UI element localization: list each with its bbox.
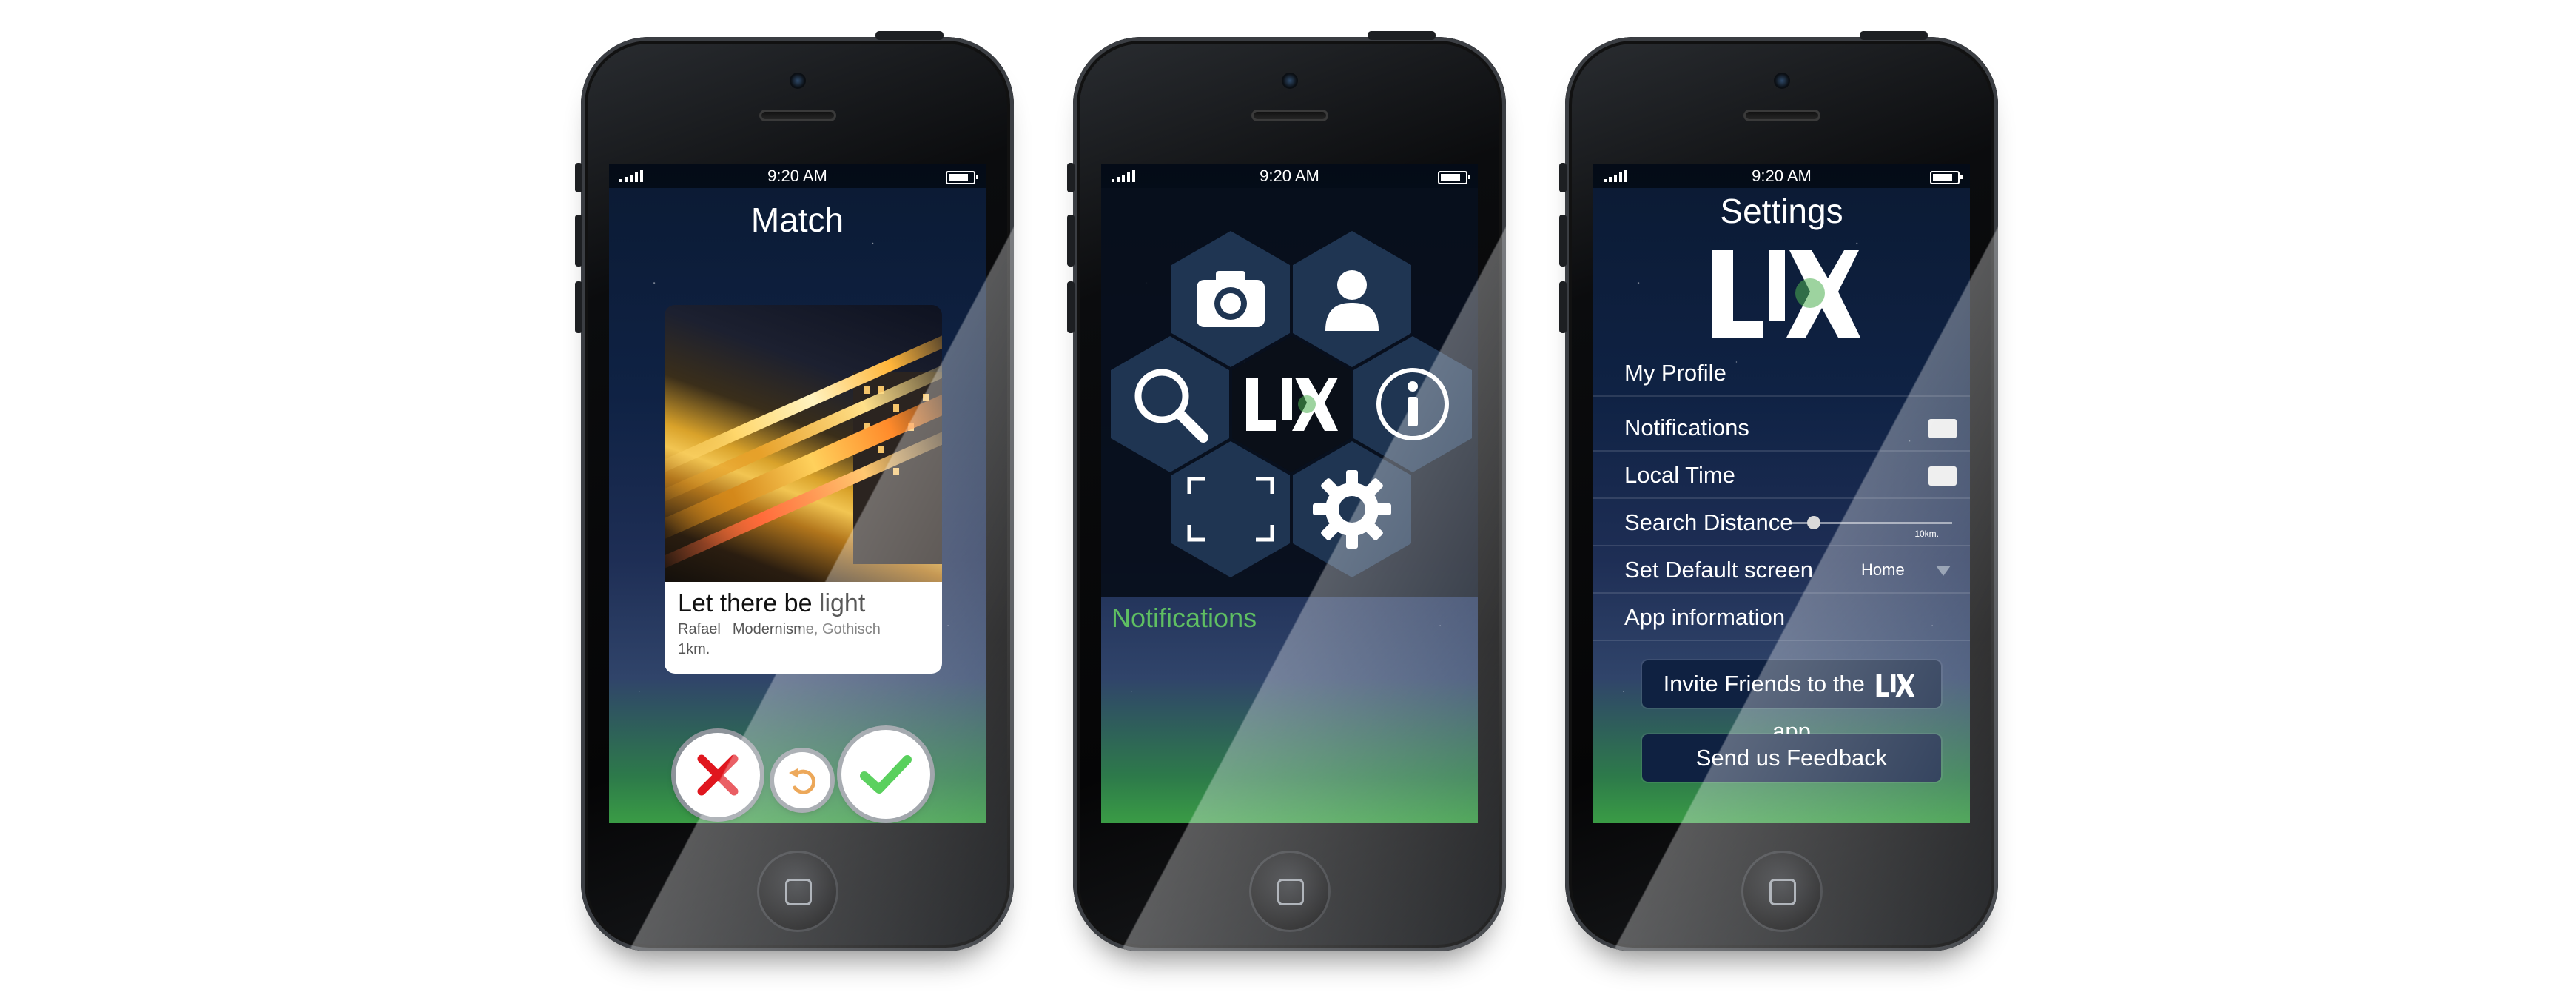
my-profile-label: My Profile	[1624, 360, 1726, 386]
status-bar: 9:20 AM	[609, 164, 986, 188]
mute-switch	[1067, 163, 1075, 192]
profile-icon	[1325, 270, 1379, 331]
status-bar: 9:20 AM	[1101, 164, 1478, 188]
menu-tile-search[interactable]	[1111, 336, 1229, 472]
lux-logo	[1877, 674, 1915, 697]
home-button[interactable]	[1248, 851, 1331, 932]
settings-row-local-time: Local Time	[1593, 452, 1970, 499]
battery-icon	[946, 171, 978, 184]
earpiece-speaker	[759, 110, 836, 121]
signal-icon	[619, 170, 643, 182]
phone-menu: 9:20 AM Notifications	[1067, 31, 1506, 951]
lux-logo	[1246, 378, 1338, 431]
notifications-label: Notifications	[1624, 415, 1749, 440]
menu-tile-lux[interactable]	[1232, 336, 1351, 472]
search-distance-label: Search Distance	[1624, 509, 1793, 535]
accept-button[interactable]	[841, 730, 930, 819]
earpiece-speaker	[1743, 110, 1820, 121]
signal-icon	[1604, 170, 1627, 182]
status-time: 9:20 AM	[767, 167, 827, 185]
signal-icon	[1112, 170, 1135, 182]
gear-icon	[1313, 470, 1391, 549]
battery-icon	[1438, 171, 1470, 184]
chevron-down-icon[interactable]	[1936, 566, 1951, 576]
menu-tile-info[interactable]	[1353, 336, 1472, 472]
menu-tile-settings[interactable]	[1293, 441, 1411, 577]
status-time: 9:20 AM	[1752, 167, 1812, 185]
earpiece-speaker	[1251, 110, 1328, 121]
undo-icon	[789, 768, 816, 794]
camera-icon	[1197, 271, 1265, 327]
power-button	[875, 31, 944, 40]
power-button	[1368, 31, 1436, 40]
invite-friends-button[interactable]: Invite Friends to the app	[1642, 660, 1941, 744]
settings-row-notifications: Notifications	[1593, 404, 1970, 452]
status-bar: 9:20 AM	[1593, 164, 1970, 188]
local-time-label: Local Time	[1624, 462, 1735, 488]
home-square-icon	[1277, 879, 1304, 905]
search-distance-slider[interactable]: 10km.	[1789, 516, 1952, 539]
match-actions	[676, 727, 930, 823]
lux-logo	[1712, 250, 1860, 338]
match-photo	[665, 305, 942, 582]
settings-row-my-profile[interactable]: My Profile	[1593, 349, 1970, 397]
info-icon	[1376, 368, 1449, 440]
slider-knob[interactable]	[1807, 516, 1820, 529]
menu-tile-profile[interactable]	[1293, 231, 1411, 367]
home-square-icon	[1769, 879, 1796, 905]
match-card[interactable]: Let there be light Rafael Modernisme, Got…	[665, 305, 942, 679]
settings-screen: 9:20 AM Settings My Profile Notification…	[1593, 164, 1970, 823]
undo-button[interactable]	[774, 752, 830, 808]
send-feedback-button[interactable]: Send us Feedback	[1642, 734, 1941, 782]
settings-row-app-information[interactable]: App information	[1593, 594, 1970, 641]
invite-prefix: Invite Friends to the	[1663, 671, 1865, 697]
volume-up-button	[1559, 215, 1567, 267]
menu-tile-camera[interactable]	[1171, 231, 1290, 367]
match-info: Let there be light Rafael Modernisme, Got…	[665, 582, 942, 674]
menu-screen: 9:20 AM Notifications	[1101, 164, 1478, 823]
front-camera	[789, 73, 806, 89]
match-tags: Modernisme, Gothisch	[732, 621, 881, 637]
mute-switch	[1559, 163, 1567, 192]
menu-tile-scan[interactable]	[1171, 441, 1290, 577]
home-button[interactable]	[756, 851, 838, 932]
page-title: Match	[750, 201, 844, 239]
scan-frame-icon	[1187, 477, 1274, 542]
volume-down-button	[575, 281, 582, 333]
front-camera	[1281, 73, 1298, 89]
battery-icon	[1930, 171, 1963, 184]
settings-row-search-distance: Search Distance 10km.	[1593, 499, 1970, 546]
app-information-label: App information	[1624, 604, 1786, 630]
match-user: Rafael	[678, 621, 721, 637]
phone-settings: 9:20 AM Settings My Profile Notification…	[1559, 31, 1998, 951]
page-title: Settings	[1720, 192, 1843, 230]
settings-row-default-screen[interactable]: Set Default screen Home	[1593, 546, 1970, 594]
search-icon	[1134, 369, 1208, 443]
match-screen: 9:20 AM Match Let there be light Rafael M…	[609, 164, 986, 823]
notifications-toggle[interactable]	[1928, 419, 1957, 438]
power-button	[1860, 31, 1928, 40]
match-meta: Rafael Modernisme, Gothisch	[678, 621, 929, 638]
volume-down-button	[1559, 281, 1567, 333]
checkmark-icon	[860, 755, 912, 794]
notifications-label[interactable]: Notifications	[1112, 603, 1257, 634]
close-icon	[697, 754, 739, 796]
default-screen-label: Set Default screen	[1624, 557, 1814, 583]
volume-up-button	[575, 215, 582, 267]
status-time: 9:20 AM	[1260, 167, 1319, 185]
hex-menu	[1101, 188, 1478, 597]
match-distance: 1km.	[678, 641, 710, 657]
volume-up-button	[1067, 215, 1075, 267]
volume-down-button	[1067, 281, 1075, 333]
home-square-icon	[784, 879, 812, 905]
phone-match: 9:20 AM Match Let there be light Rafael M…	[575, 31, 1014, 951]
local-time-toggle[interactable]	[1928, 466, 1957, 486]
front-camera	[1773, 73, 1790, 89]
match-title: Let there be light	[678, 589, 866, 617]
reject-button[interactable]	[676, 733, 760, 817]
mute-switch	[575, 163, 582, 192]
default-screen-select[interactable]: Home	[1861, 546, 1905, 594]
home-button[interactable]	[1741, 851, 1823, 932]
